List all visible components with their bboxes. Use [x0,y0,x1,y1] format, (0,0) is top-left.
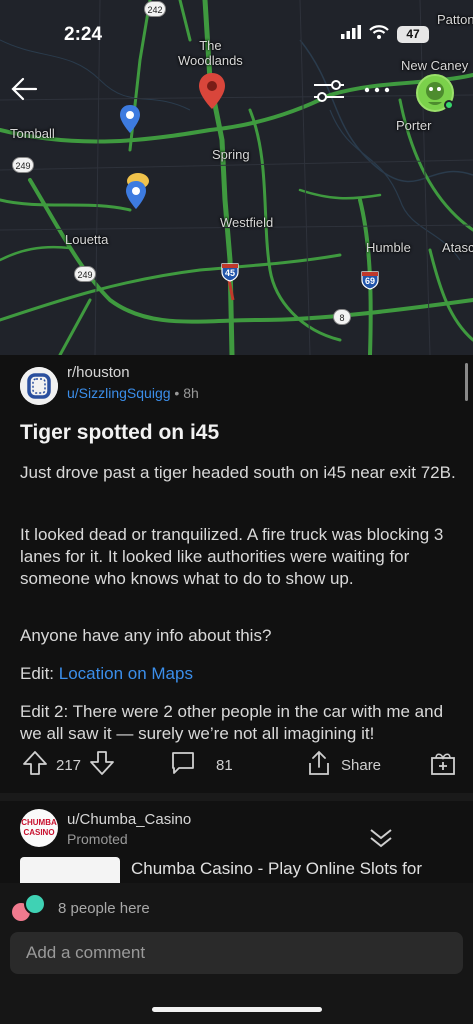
post-paragraph-edit: Edit: Location on Maps [20,663,456,685]
subreddit-avatar[interactable] [20,367,58,405]
sliders-icon [314,80,344,102]
avatar [24,893,46,915]
map-view[interactable]: The Woodlands New Caney Patton Tomball P… [0,0,473,355]
post-paragraph: Edit 2: There were 2 other people in the… [20,702,444,743]
section-divider [0,793,473,801]
upvote-icon[interactable] [22,750,48,780]
road-shield-249: 249 [12,157,34,173]
post-paragraph: Anyone have any info about this? [20,626,272,645]
share-icon [307,750,331,780]
location-on-maps-link[interactable]: Location on Maps [59,664,193,683]
bottom-comment-bar: 8 people here [0,883,473,1024]
map-label-porter: Porter [396,118,432,133]
people-here-count: 8 people here [58,900,150,917]
red-location-pin-icon[interactable] [198,72,226,115]
blue-location-pin-icon[interactable] [125,180,147,215]
map-label-westfield: Westfield [220,215,274,230]
comments-button[interactable]: 81 [170,745,233,785]
share-button[interactable]: Share [307,745,381,785]
home-indicator[interactable] [152,1007,322,1012]
post-card: r/houston u/SizzlingSquigg • 8h Tiger sp… [0,355,473,793]
vote-count: 217 [56,756,82,774]
interstate-shield-45: 45 [220,262,240,282]
status-icons: 47 [341,25,429,44]
award-button[interactable] [430,745,456,785]
meta-separator: • [174,385,180,401]
map-label-louetta: Louetta [65,232,109,247]
more-horizontal-icon [364,87,390,93]
more-options-button[interactable] [362,80,392,100]
blue-location-pin-icon[interactable] [119,104,141,139]
gift-award-icon [430,750,456,780]
share-label: Share [341,756,382,774]
interstate-shield-69: 69 [360,270,380,290]
back-button[interactable] [8,72,42,106]
post-action-bar: 217 81 Share [0,745,473,785]
advertiser-logo[interactable]: CHUMBA CASINO [20,809,58,847]
comment-count: 81 [216,756,233,774]
map-label-tomball: Tomball [10,126,55,141]
subreddit-logo-icon [20,367,58,405]
promoted-post[interactable]: CHUMBA CASINO u/Chumba_Casino Promoted C… [0,801,473,891]
scrollbar[interactable] [465,363,468,401]
subreddit-name[interactable]: r/houston [67,364,130,381]
map-label-atascocita: Atasc [442,240,473,255]
online-status-dot [444,100,454,110]
collapse-button[interactable] [368,827,394,849]
road-shield-249: 249 [74,266,96,282]
ad-title[interactable]: Chumba Casino - Play Online Slots for [131,859,422,879]
wifi-icon [369,25,389,44]
vote-group: 217 [22,745,115,785]
post-age: 8h [183,385,199,401]
comment-bubble-icon [170,750,196,780]
post-meta: u/SizzlingSquigg • 8h [67,385,199,401]
advertiser-name[interactable]: u/Chumba_Casino [67,811,191,828]
comment-input[interactable] [10,932,463,974]
post-author[interactable]: u/SizzlingSquigg [67,385,171,401]
post-title: Tiger spotted on i45 [20,421,220,444]
edit-prefix: Edit: [20,664,59,683]
road-shield-8: 8 [333,309,351,325]
back-arrow-icon [11,77,38,101]
double-chevron-down-icon [370,829,392,848]
map-label-humble: Humble [366,240,411,255]
status-time: 2:24 [64,24,103,45]
filter-button[interactable] [312,76,346,106]
post-paragraph: Just drove past a tiger headed south on … [20,463,456,482]
promoted-label: Promoted [67,831,128,847]
status-bar: 2:24 47 [0,0,473,70]
downvote-icon[interactable] [89,750,115,780]
comment-box[interactable] [10,932,463,974]
battery-indicator: 47 [397,26,429,43]
presence-avatars [10,893,50,923]
map-label-spring: Spring [212,147,250,162]
post-paragraph: It looked dead or tranquilized. A fire t… [20,525,444,588]
cellular-signal-icon [341,25,361,44]
